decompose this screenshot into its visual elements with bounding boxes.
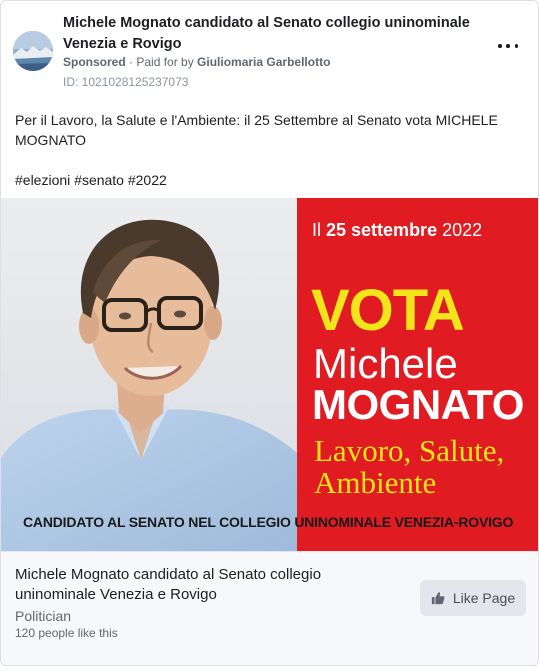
ad-id: ID: 1021028125237073 — [63, 75, 189, 89]
post-text: Per il Lavoro, la Salute e l'Ambiente: i… — [15, 112, 498, 148]
footer-page-name[interactable]: Michele Mognato candidato al Senato coll… — [15, 565, 395, 605]
post-header: Michele Mognato candidato al Senato coll… — [1, 1, 538, 97]
date-day: 25 settembre — [326, 220, 438, 240]
page-avatar[interactable] — [13, 31, 53, 71]
date-year: 2022 — [437, 220, 483, 240]
page-category: Politician — [15, 608, 72, 624]
page-like-count: 120 people like this — [15, 626, 118, 640]
slogan-line-2: Ambiente — [314, 465, 437, 500]
date-prefix: Il — [312, 220, 327, 240]
ad-card: Michele Mognato candidato al Senato coll… — [0, 0, 539, 666]
more-dot — [514, 44, 518, 48]
election-date: Il 25 settembre 2022 — [312, 218, 482, 244]
avatar-image — [13, 31, 53, 71]
candidacy-banner: CANDIDATO AL SENATO NEL COLLEGIO UNINOMI… — [23, 514, 514, 530]
vota-heading: VOTA — [311, 278, 465, 343]
sponsored-label: Sponsored — [63, 55, 126, 69]
page-name-link[interactable]: Michele Mognato candidato al Senato coll… — [63, 13, 483, 55]
more-options-icon[interactable] — [498, 39, 518, 53]
page-footer: Michele Mognato candidato al Senato coll… — [1, 551, 538, 665]
payer-name: Giuliomaria Garbellotto — [197, 55, 331, 69]
more-dot — [498, 44, 502, 48]
slogan-line-1: Lavoro, Salute, — [314, 433, 505, 468]
thumbs-up-icon — [431, 592, 445, 605]
more-dot — [506, 44, 510, 48]
meta-separator: · — [125, 55, 137, 69]
like-page-button[interactable]: Like Page — [420, 580, 526, 616]
paid-for-prefix: Paid for by — [136, 55, 198, 69]
sponsored-line: Sponsored · Paid for by Giuliomaria Garb… — [63, 54, 330, 70]
post-hashtags[interactable]: #elezioni #senato #2022 — [15, 170, 167, 190]
candidate-last-name: MOGNATO — [312, 381, 524, 428]
like-page-label: Like Page — [452, 590, 516, 606]
candidate-photo — [1, 198, 297, 551]
ad-creative-image[interactable]: Il 25 settembre 2022 VOTA Michele MOGNAT… — [1, 198, 538, 551]
